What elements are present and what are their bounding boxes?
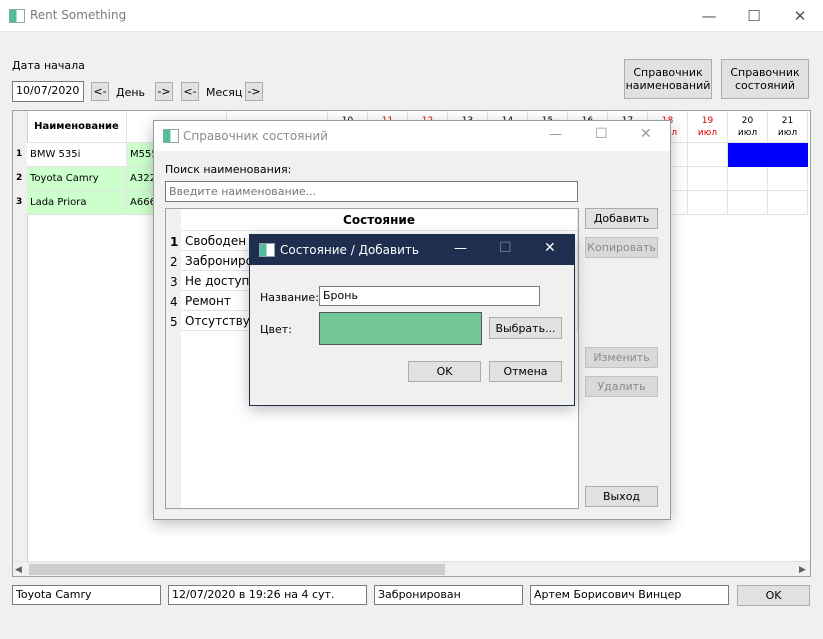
minimize-icon[interactable]: — (686, 0, 732, 31)
month-next-button[interactable]: -> (245, 82, 263, 101)
status-state-field[interactable]: Забронирован (374, 585, 523, 605)
add-dialog-title: Состояние / Добавить (280, 243, 419, 257)
choose-color-button[interactable]: Выбрать... (489, 317, 562, 339)
day-cell[interactable] (688, 167, 728, 191)
add-dialog-title-bar: Состояние / Добавить — ☐ ✕ (250, 235, 574, 265)
main-title-bar: Rent Something — ☐ ✕ (0, 0, 823, 32)
day-prev-button[interactable]: <- (91, 82, 109, 101)
day-next-button[interactable]: -> (155, 82, 173, 101)
start-date-field[interactable]: 10/07/2020 (12, 81, 84, 102)
state-row-number: 1 (170, 235, 179, 249)
scroll-left-icon[interactable]: ◀ (15, 565, 22, 575)
name-column-header[interactable]: Наименование (27, 111, 127, 143)
dialog-app-icon (163, 129, 179, 143)
search-label: Поиск наименования: (165, 163, 292, 176)
add-dialog-app-icon (259, 243, 275, 257)
add-button[interactable]: Добавить (585, 208, 658, 229)
search-input[interactable] (165, 181, 578, 202)
add-close-icon[interactable]: ✕ (544, 240, 556, 256)
state-row-number: 5 (170, 315, 178, 329)
cancel-button[interactable]: Отмена (489, 361, 562, 382)
day-cell[interactable] (768, 167, 808, 191)
day-column-header[interactable]: 20 июл (728, 111, 768, 143)
state-row-number: 4 (170, 295, 178, 309)
day-month: июл (777, 128, 798, 138)
status-period-field[interactable]: 12/07/2020 в 19:26 на 4 сут. (168, 585, 367, 605)
copy-button[interactable]: Копировать (585, 237, 658, 258)
name-label: Название: (260, 291, 319, 304)
delete-button[interactable]: Удалить (585, 376, 658, 397)
color-swatch (319, 312, 482, 345)
add-maximize-icon[interactable]: ☐ (499, 240, 512, 256)
add-minimize-icon[interactable]: — (454, 241, 467, 256)
edit-button[interactable]: Изменить (585, 347, 658, 368)
states-maximize-icon[interactable]: ☐ (595, 126, 608, 142)
day-cell[interactable] (688, 143, 728, 167)
month-prev-button[interactable]: <- (181, 82, 199, 101)
scrollbar-thumb[interactable] (29, 564, 445, 575)
maximize-icon[interactable]: ☐ (731, 0, 777, 31)
states-close-icon[interactable]: ✕ (640, 126, 652, 142)
states-dialog-title: Справочник состояний (183, 129, 328, 143)
add-state-dialog: Состояние / Добавить — ☐ ✕ Название: Бро… (249, 234, 575, 406)
status-person-field[interactable]: Артем Борисович Винцер (530, 585, 729, 605)
day-month: июл (737, 128, 758, 138)
day-cell[interactable] (768, 191, 808, 215)
app-icon (9, 9, 25, 23)
day-number: 19 (701, 116, 714, 126)
row-number: 1 (16, 149, 23, 159)
booking-block[interactable] (728, 143, 808, 167)
name-input[interactable]: Бронь (319, 286, 540, 306)
row-number: 2 (16, 173, 23, 183)
day-label: День (116, 86, 146, 99)
states-minimize-icon[interactable]: — (549, 127, 562, 142)
names-directory-button[interactable]: Справочник наименований (624, 59, 712, 99)
horizontal-scrollbar[interactable]: ◀ ▶ (13, 561, 810, 576)
day-month: июл (697, 128, 718, 138)
day-cell[interactable] (728, 167, 768, 191)
exit-button[interactable]: Выход (585, 486, 658, 507)
table-cell-name[interactable]: BMW 535i (27, 143, 127, 167)
day-column-header[interactable]: 19 июл (688, 111, 728, 143)
day-number: 20 (741, 116, 754, 126)
row-number: 3 (16, 197, 23, 207)
app-title: Rent Something (30, 8, 127, 22)
ok-button[interactable]: OK (408, 361, 481, 382)
status-ok-button[interactable]: OK (737, 585, 810, 606)
table-cell-name[interactable]: Lada Priora (27, 191, 127, 215)
status-item-field[interactable]: Toyota Camry (12, 585, 161, 605)
table-cell-name[interactable]: Toyota Camry (27, 167, 127, 191)
state-row-number: 2 (170, 255, 178, 269)
color-label: Цвет: (260, 323, 292, 336)
state-row-number: 3 (170, 275, 178, 289)
states-directory-button[interactable]: Справочник состояний (721, 59, 809, 99)
state-column-header[interactable]: Состояние (181, 209, 578, 231)
day-cell[interactable] (688, 191, 728, 215)
month-label: Месяц (206, 86, 243, 99)
scroll-right-icon[interactable]: ▶ (799, 565, 806, 575)
close-icon[interactable]: ✕ (777, 0, 823, 31)
states-row-header-column (166, 209, 181, 508)
day-cell[interactable] (728, 191, 768, 215)
states-dialog-title-bar: Справочник состояний — ☐ ✕ (154, 121, 670, 151)
day-number: 21 (781, 116, 794, 126)
start-date-label: Дата начала (12, 59, 85, 72)
day-column-header[interactable]: 21 июл (768, 111, 808, 143)
